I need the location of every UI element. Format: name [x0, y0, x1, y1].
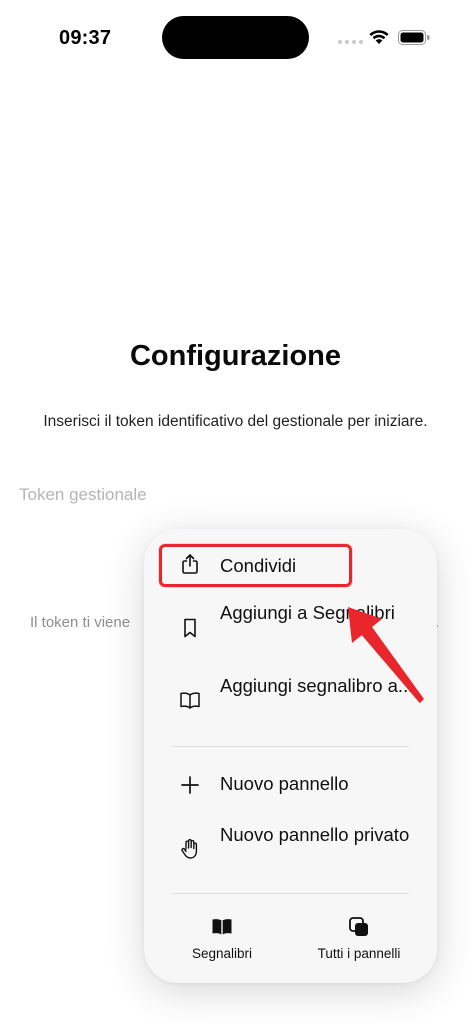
wifi-icon	[369, 30, 389, 44]
all-tabs-icon	[349, 917, 368, 936]
page-subtitle: Inserisci il token identificativo del ge…	[43, 413, 428, 430]
open-book-icon	[180, 692, 200, 709]
tab-bookmarks[interactable]: Segnalibri	[174, 916, 270, 976]
menu-item-label: Nuovo pannello privato	[220, 824, 410, 845]
bookmark-icon	[184, 618, 196, 638]
dynamic-island	[162, 16, 309, 59]
menu-item-label: Nuovo pannello	[220, 773, 349, 794]
token-input[interactable]	[19, 480, 451, 510]
hand-icon	[181, 839, 198, 859]
battery-icon	[398, 30, 430, 45]
plus-icon	[181, 776, 199, 794]
help-text: Il token ti viene	[30, 614, 131, 631]
menu-divider	[172, 893, 409, 894]
menu-item-new-tab[interactable]: Nuovo pannello	[144, 755, 437, 815]
page-title: Configurazione	[129, 340, 342, 372]
tab-all-tabs-label: Tutti i pannelli	[317, 946, 401, 961]
highlight-annotation	[159, 544, 352, 587]
status-bar: 09:37	[0, 0, 471, 80]
menu-item-new-private-tab[interactable]: Nuovo pannello privato	[144, 823, 437, 879]
menu-divider	[172, 746, 409, 747]
bookmarks-book-icon	[212, 919, 232, 935]
annotation-arrow	[348, 607, 424, 704]
cellular-signal-icon	[338, 40, 364, 44]
tab-all-tabs[interactable]: Tutti i pannelli	[304, 916, 414, 976]
status-time: 09:37	[59, 27, 112, 49]
tab-bookmarks-label: Segnalibri	[191, 946, 253, 961]
